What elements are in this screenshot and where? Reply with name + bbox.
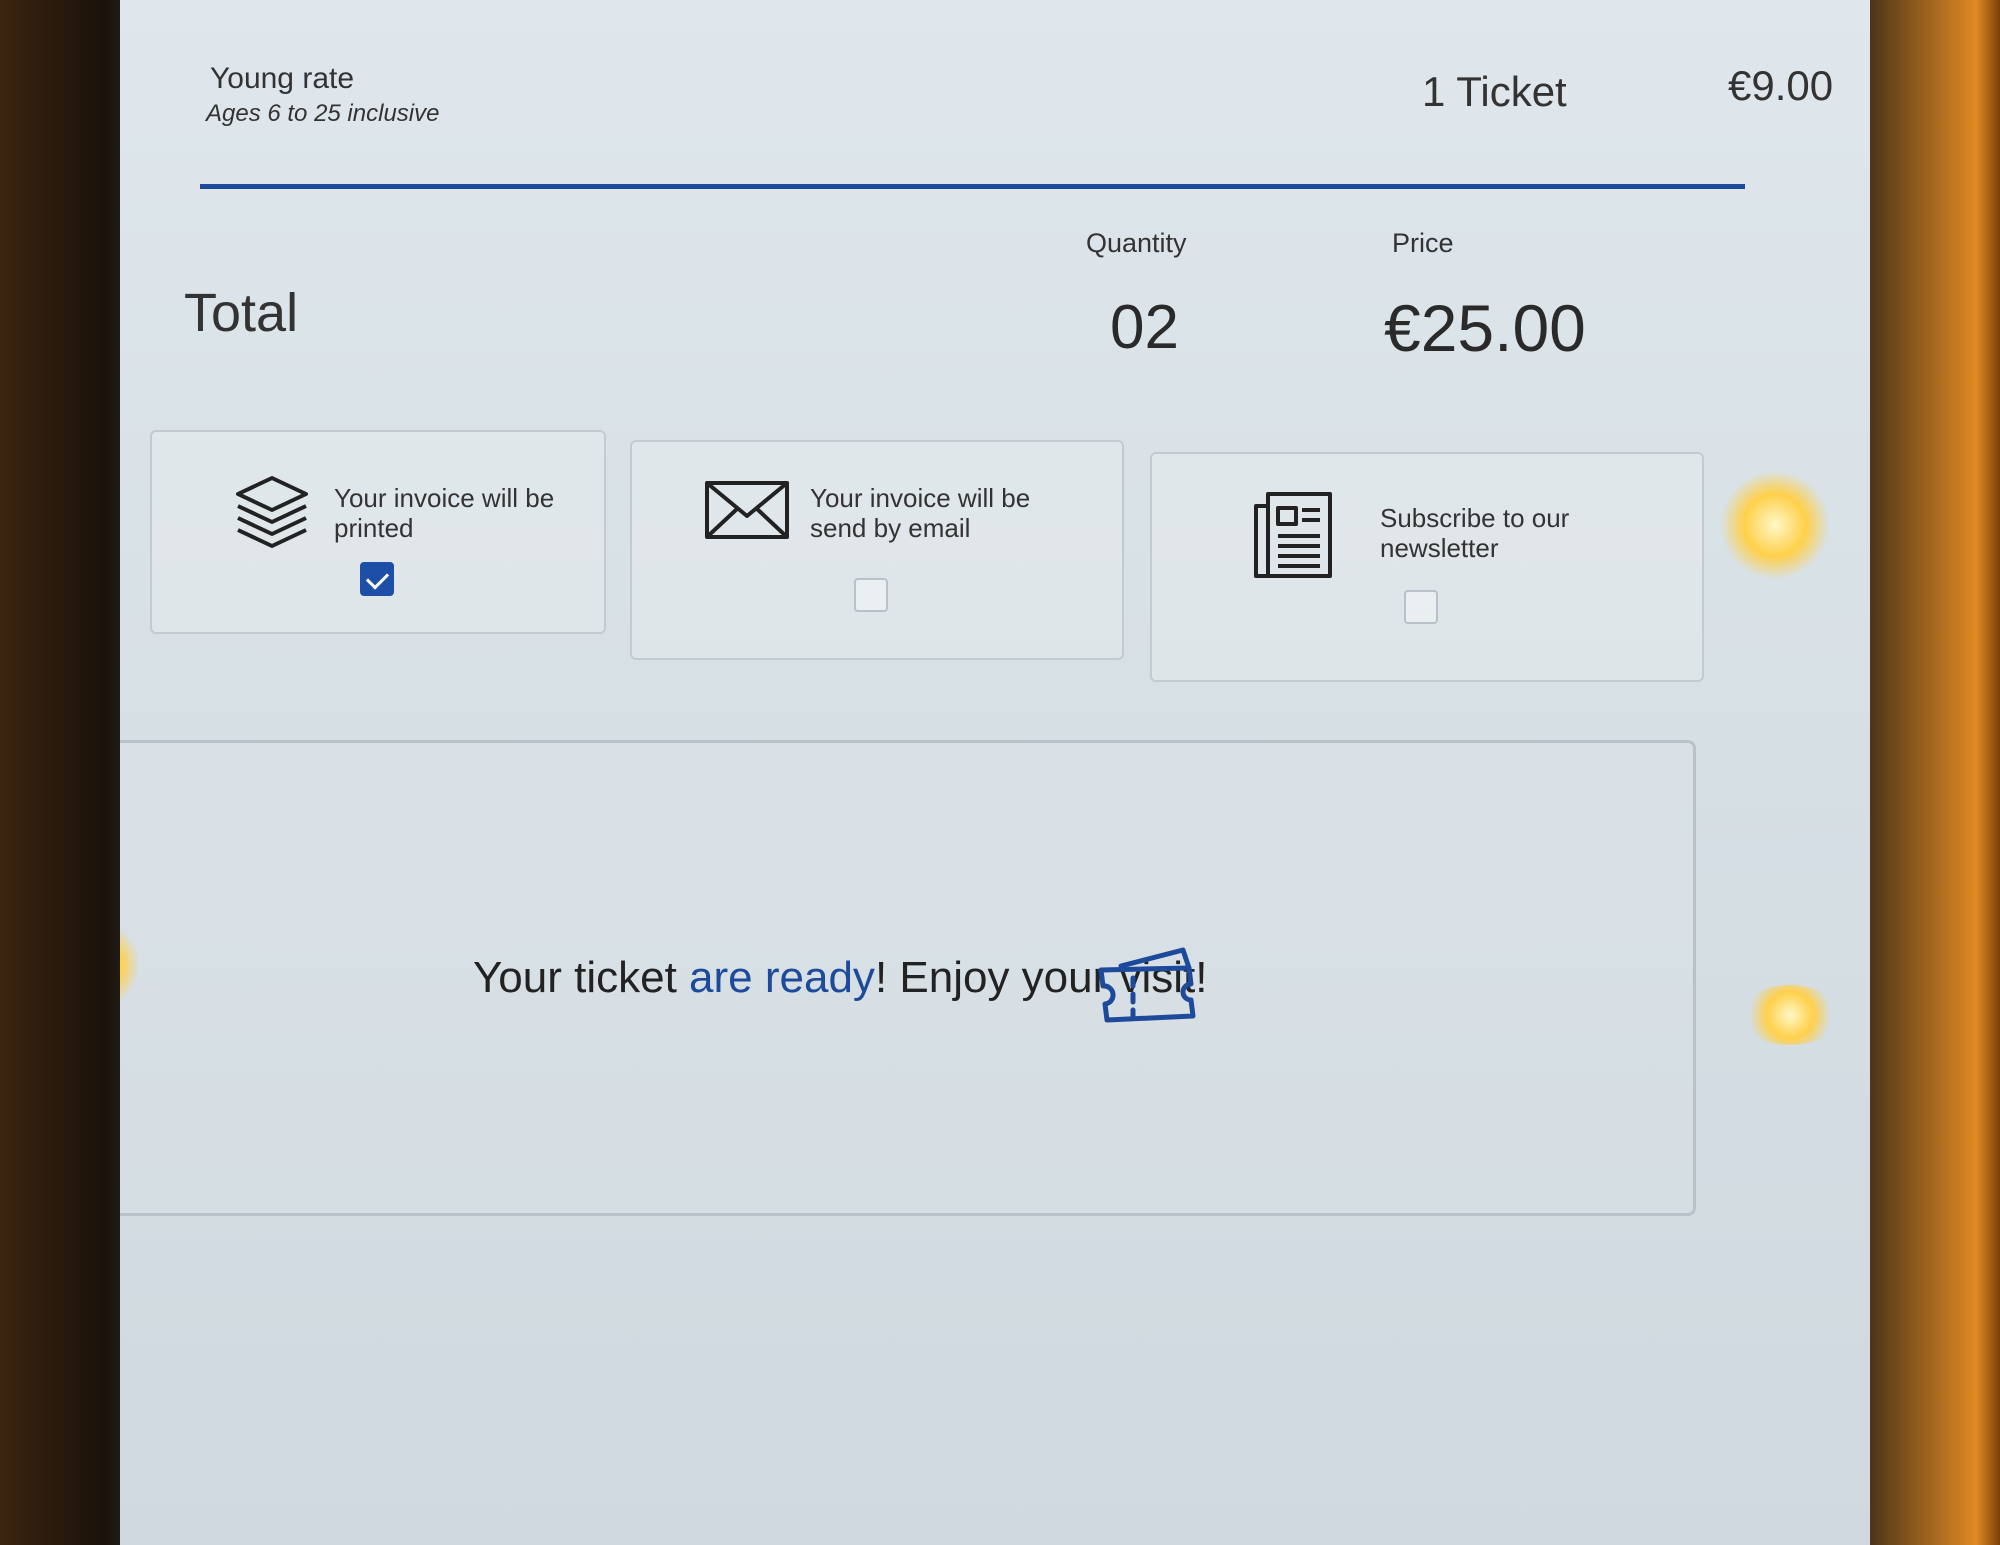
ticket-line-item: Young rate Ages 6 to 25 inclusive 1 Tick… bbox=[206, 62, 1850, 142]
total-price: €25.00 bbox=[1384, 291, 1586, 365]
envelope-icon bbox=[704, 480, 790, 545]
light-reflection bbox=[1720, 470, 1830, 580]
line-quantity: 1 Ticket bbox=[1422, 68, 1567, 115]
light-reflection bbox=[1740, 985, 1840, 1045]
option-email-label: Your invoice will be send by email bbox=[810, 483, 1031, 543]
message-part-1: Your ticket bbox=[473, 953, 690, 1002]
option-email-invoice[interactable]: Your invoice will be send by email bbox=[630, 440, 1124, 660]
newspaper-icon bbox=[1252, 490, 1334, 585]
option-newsletter-label: Subscribe to our newsletter bbox=[1380, 503, 1570, 563]
section-divider bbox=[200, 184, 1745, 189]
email-invoice-checkbox[interactable] bbox=[854, 578, 888, 612]
rate-subtitle: Ages 6 to 25 inclusive bbox=[206, 100, 440, 127]
newsletter-checkbox[interactable] bbox=[1404, 590, 1438, 624]
print-invoice-checkbox[interactable] bbox=[360, 562, 394, 596]
ticket-icon bbox=[1093, 938, 1203, 1033]
option-print-invoice[interactable]: Your invoice will be printed bbox=[150, 430, 606, 634]
total-quantity: 02 bbox=[1110, 293, 1179, 362]
message-accent: are ready bbox=[689, 953, 875, 1002]
option-newsletter[interactable]: Subscribe to our newsletter bbox=[1150, 452, 1704, 682]
price-header: Price bbox=[1392, 228, 1454, 258]
line-price: €9.00 bbox=[1728, 62, 1834, 109]
quantity-header: Quantity bbox=[1086, 228, 1187, 258]
option-print-label: Your invoice will be printed bbox=[334, 483, 555, 543]
rate-name: Young rate bbox=[210, 62, 355, 95]
kiosk-screen: Young rate Ages 6 to 25 inclusive 1 Tick… bbox=[120, 0, 1870, 1545]
confirmation-panel: Your ticket are ready! Enjoy your visit! bbox=[120, 740, 1696, 1216]
stacked-layers-icon bbox=[232, 472, 312, 557]
total-label: Total bbox=[184, 283, 299, 343]
